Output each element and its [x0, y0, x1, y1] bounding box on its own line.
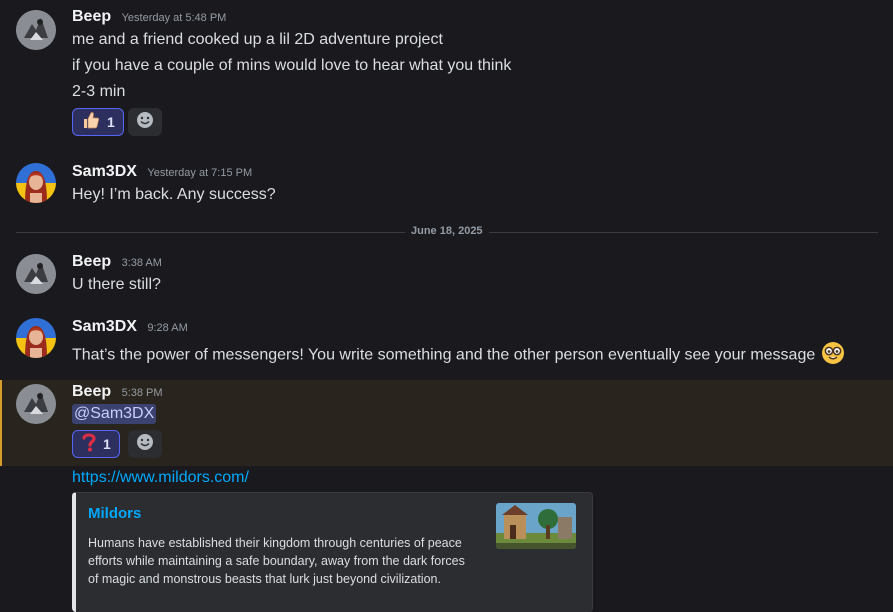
- message-header: Sam3DX 9:28 AM: [72, 318, 188, 338]
- message-text: That’s the power of messengers! You writ…: [72, 341, 845, 370]
- message-link[interactable]: https://www.mildors.com/: [72, 469, 249, 487]
- message-header: Beep Yesterday at 5:48 PM: [72, 8, 226, 28]
- reaction-count: 1: [103, 436, 111, 452]
- smiley-icon: [136, 433, 154, 456]
- add-reaction-button[interactable]: [128, 108, 162, 136]
- reaction-question[interactable]: 1: [72, 430, 120, 458]
- embed-description: Humans have established their kingdom th…: [88, 536, 465, 586]
- link-embed: Mildors Humans have established their ki…: [72, 492, 593, 612]
- message-header: Sam3DX Yesterday at 7:15 PM: [72, 163, 252, 183]
- message-text-content: That’s the power of messengers! You writ…: [72, 346, 816, 364]
- smiley-icon: [136, 111, 154, 134]
- message-text: 2-3 min: [72, 83, 126, 100]
- embed-title[interactable]: Mildors: [88, 505, 141, 522]
- timestamp: Yesterday at 7:15 PM: [147, 167, 253, 179]
- message-text: if you have a couple of mins would love …: [72, 57, 512, 74]
- timestamp: 3:38 AM: [121, 257, 162, 269]
- username[interactable]: Sam3DX: [72, 163, 137, 180]
- username[interactable]: Beep: [72, 8, 111, 25]
- avatar[interactable]: [16, 384, 56, 424]
- embed-thumbnail[interactable]: [496, 503, 576, 549]
- thumbs-up-icon: [81, 110, 101, 135]
- timestamp: Yesterday at 5:48 PM: [121, 12, 227, 24]
- username[interactable]: Beep: [72, 383, 111, 400]
- message-header: Beep 5:38 PM: [72, 383, 163, 403]
- avatar[interactable]: [16, 254, 56, 294]
- timestamp: 9:28 AM: [147, 322, 188, 334]
- nerd-face-icon: [821, 341, 845, 370]
- message-text: me and a friend cooked up a lil 2D adven…: [72, 31, 443, 48]
- add-reaction-button[interactable]: [128, 430, 162, 458]
- user-mention[interactable]: @Sam3DX: [72, 404, 157, 424]
- message-header: Beep 3:38 AM: [72, 253, 162, 273]
- reaction-count: 1: [107, 114, 115, 130]
- avatar[interactable]: [16, 10, 56, 50]
- timestamp: 5:38 PM: [121, 387, 163, 399]
- question-mark-icon: [81, 432, 97, 457]
- avatar[interactable]: [16, 163, 56, 203]
- username[interactable]: Sam3DX: [72, 318, 137, 335]
- message-text: Hey! I’m back. Any success?: [72, 186, 276, 203]
- reaction-thumbs-up[interactable]: 1: [72, 108, 124, 136]
- avatar[interactable]: [16, 318, 56, 358]
- message-text: U there still?: [72, 276, 161, 293]
- date-divider-label: June 18, 2025: [405, 225, 489, 237]
- username[interactable]: Beep: [72, 253, 111, 270]
